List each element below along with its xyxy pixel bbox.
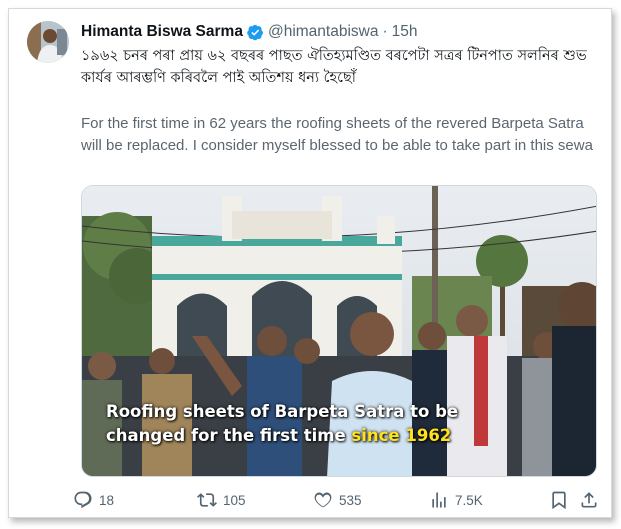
bookmark-icon	[552, 491, 566, 510]
like-button[interactable]: 535	[313, 487, 362, 513]
views-count: 7.5K	[455, 492, 483, 508]
video-caption-highlight: since 1962	[351, 426, 452, 445]
reply-count: 18	[99, 492, 115, 508]
timestamp[interactable]: 15h	[392, 23, 418, 41]
bookmark-button[interactable]	[549, 487, 569, 513]
like-count: 535	[339, 492, 362, 508]
views-icon	[432, 492, 446, 508]
video-caption: Roofing sheets of Barpeta Satra to be ch…	[106, 400, 458, 448]
video-caption-line2: changed for the first time since 1962	[106, 424, 458, 448]
reply-icon	[74, 491, 92, 509]
author-handle[interactable]: @himantabiswa	[268, 23, 379, 41]
avatar[interactable]	[27, 21, 69, 63]
views-button[interactable]: 7.5K	[429, 487, 483, 513]
tweet-text-english: For the first time in 62 years the roofi…	[81, 115, 593, 154]
video-caption-line2-plain: changed for the first time	[106, 426, 352, 445]
retweet-icon	[197, 493, 217, 507]
verified-badge-icon	[247, 24, 264, 41]
share-icon	[581, 492, 597, 508]
tweet-actions: 18 105 535 7.5K	[73, 487, 601, 513]
like-icon	[314, 492, 332, 508]
share-button[interactable]	[579, 487, 599, 513]
retweet-button[interactable]: 105	[197, 487, 246, 513]
reply-button[interactable]: 18	[73, 487, 114, 513]
author-name[interactable]: Himanta Biswa Sarma	[81, 23, 243, 41]
tweet-header: Himanta Biswa Sarma @himantabiswa · 15h	[81, 22, 418, 42]
tweet-text-assamese: ১৯৬২ চনৰ পৰা প্ৰায় ৬২ বছৰৰ পাছত ঐতিহ্যম…	[81, 48, 587, 86]
tweet-card[interactable]: Himanta Biswa Sarma @himantabiswa · 15h …	[8, 8, 612, 518]
video-caption-line1: Roofing sheets of Barpeta Satra to be	[106, 402, 459, 421]
retweet-count: 105	[223, 492, 246, 508]
tweet-video[interactable]: Roofing sheets of Barpeta Satra to be ch…	[81, 185, 597, 477]
separator-dot: ·	[382, 23, 388, 40]
